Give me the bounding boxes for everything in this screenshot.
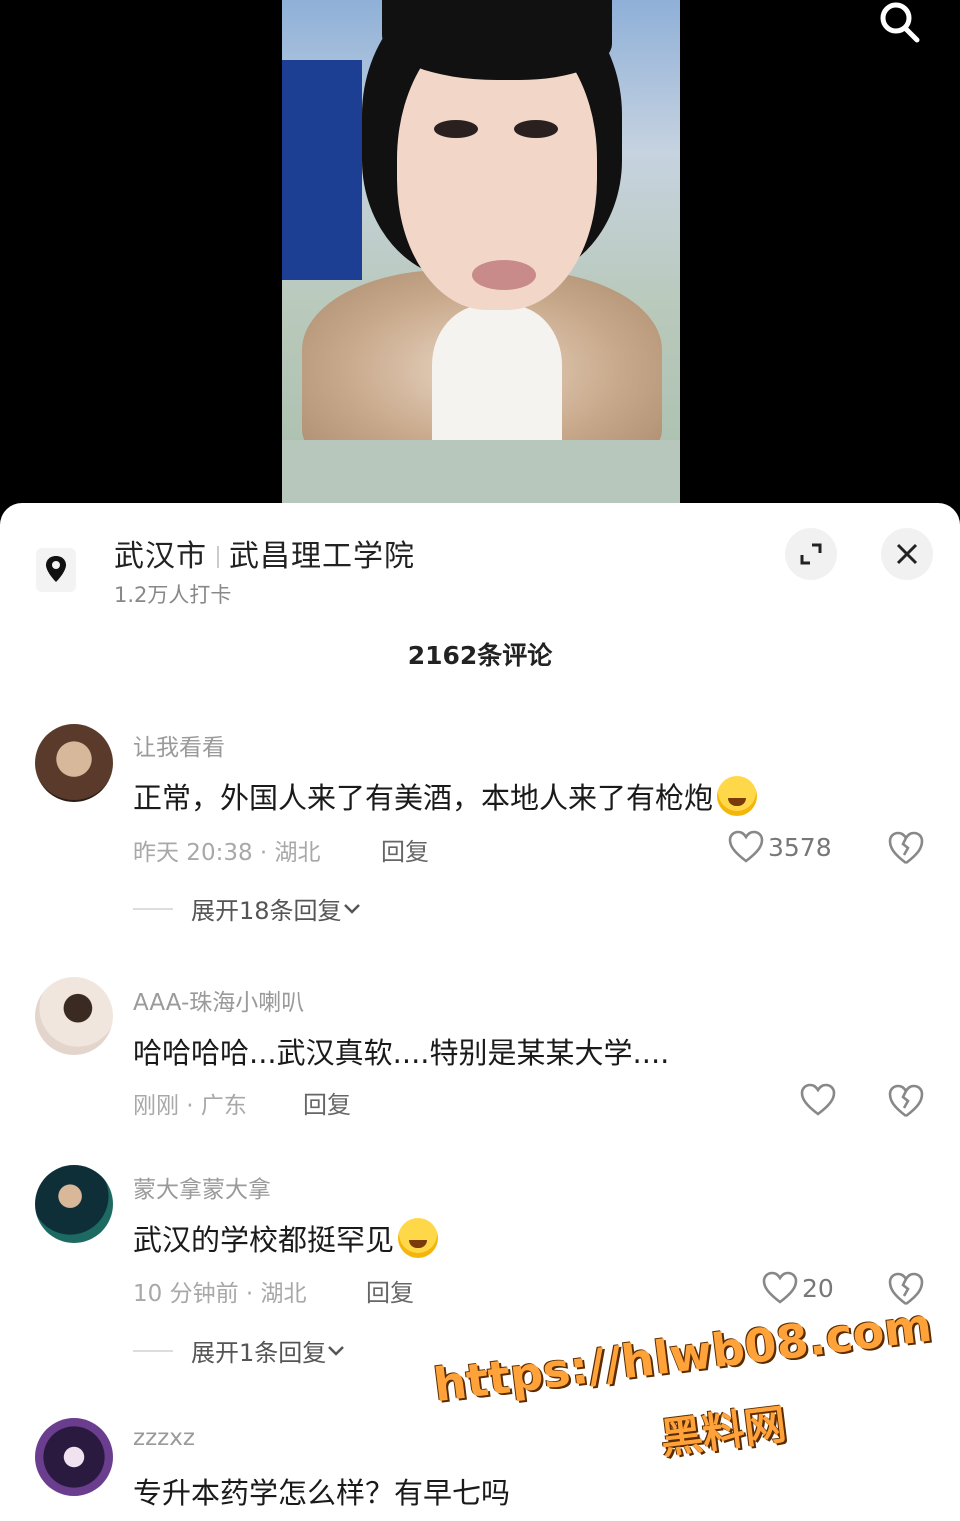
chevron-down-icon: [328, 1345, 345, 1356]
heart-icon: [800, 1083, 836, 1116]
comment-username[interactable]: 蒙大拿蒙大拿: [133, 1170, 271, 1204]
comment-username[interactable]: AAA-珠海小喇叭: [133, 983, 304, 1017]
location-title[interactable]: 武汉市 武昌理工学院: [114, 531, 415, 575]
expand-replies-button[interactable]: 展开1条回复: [133, 1333, 346, 1368]
avatar[interactable]: [35, 724, 113, 802]
laugh-cry-emoji-icon: [398, 1218, 439, 1258]
comment-text: 武汉的学校都挺罕见: [133, 1217, 439, 1259]
expand-button[interactable]: [785, 528, 837, 580]
comment-count: 2162条评论: [407, 641, 553, 670]
comment-text: 专升本药学怎么样？有早七吗: [133, 1476, 511, 1510]
broken-heart-icon[interactable]: [886, 1081, 926, 1121]
avatar[interactable]: [35, 1418, 113, 1496]
search-icon[interactable]: [874, 0, 926, 52]
divider: [217, 546, 219, 568]
avatar[interactable]: [35, 977, 113, 1055]
close-icon: [896, 543, 918, 565]
comment-text: 正常，外国人来了有美酒，本地人来了有枪炮: [133, 775, 758, 817]
reply-button[interactable]: 回复: [381, 832, 429, 867]
comment-meta: 刚刚 · 广东: [133, 1093, 247, 1119]
expand-replies-label: 展开1条回复: [191, 1339, 327, 1367]
heart-icon: [728, 830, 764, 863]
location-pin-icon: [36, 548, 76, 592]
chevron-down-icon: [343, 903, 360, 914]
like-button[interactable]: [800, 1083, 840, 1117]
avatar[interactable]: [35, 1165, 113, 1243]
comment-text: 哈哈哈哈...武汉真软....特别是某某大学....: [133, 1036, 670, 1070]
video-frame: [282, 0, 680, 510]
close-button[interactable]: [881, 528, 933, 580]
comment-meta: 10 分钟前 · 湖北: [133, 1281, 307, 1307]
like-count: 20: [802, 1273, 834, 1303]
like-button[interactable]: 20: [762, 1271, 834, 1305]
expand-replies-label: 展开18条回复: [191, 897, 342, 925]
video-player[interactable]: [0, 0, 960, 520]
comment-meta: 昨天 20:38 · 湖北: [133, 840, 321, 866]
location-checkins: 1.2万人打卡: [114, 583, 232, 607]
comment-username[interactable]: 让我看看: [133, 728, 225, 762]
expand-replies-button[interactable]: 展开18条回复: [133, 891, 362, 926]
grin-emoji-icon: [717, 776, 758, 816]
expand-icon: [800, 543, 822, 565]
location-place: 武昌理工学院: [229, 539, 415, 574]
like-count: 3578: [768, 832, 832, 862]
comment-username[interactable]: zzzxz: [133, 1425, 195, 1451]
location-city: 武汉市: [114, 539, 207, 574]
heart-icon: [762, 1271, 798, 1304]
like-button[interactable]: 3578: [728, 830, 832, 864]
reply-button[interactable]: 回复: [303, 1085, 351, 1120]
reply-button[interactable]: 回复: [366, 1273, 414, 1308]
broken-heart-icon[interactable]: [886, 828, 926, 868]
